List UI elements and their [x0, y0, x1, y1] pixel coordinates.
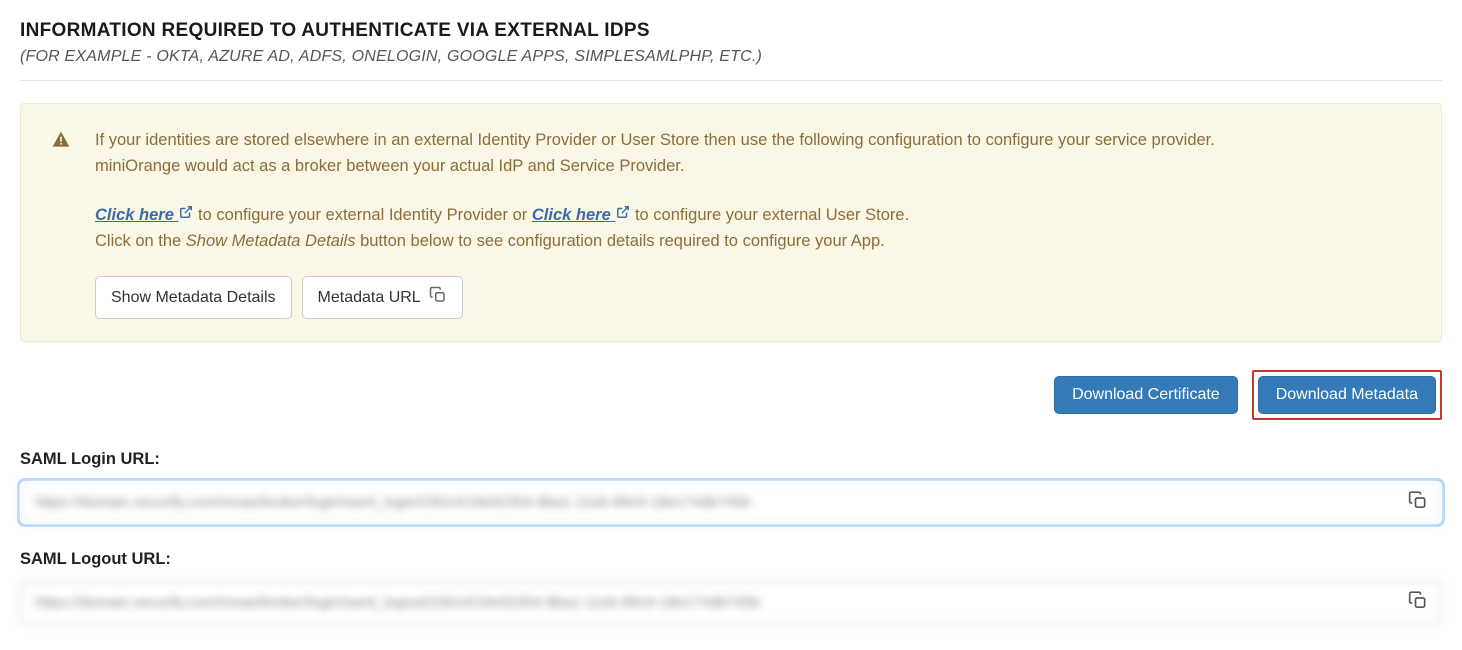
download-action-row: Download Certificate Download Metadata — [20, 370, 1442, 420]
external-link-icon — [616, 206, 630, 222]
download-metadata-highlight: Download Metadata — [1252, 370, 1442, 420]
link-configure-userstore[interactable]: Click here — [532, 206, 630, 224]
saml-login-url-input[interactable]: https://domain.xecurify.com/moas/broker/… — [20, 481, 1442, 524]
download-metadata-button[interactable]: Download Metadata — [1258, 376, 1436, 414]
saml-logout-url-label: SAML Logout URL: — [20, 550, 1442, 569]
alert-intro-2: miniOrange would act as a broker between… — [95, 157, 684, 175]
saml-login-url-label: SAML Login URL: — [20, 450, 1442, 469]
saml-logout-url-input-wrap: https://domain.xecurify.com/moas/broker/… — [20, 581, 1442, 624]
copy-saml-logout-url-button[interactable] — [1408, 590, 1428, 615]
metadata-url-button[interactable]: Metadata URL — [302, 276, 463, 319]
alert-meta-suffix: button below to see configuration detail… — [355, 232, 884, 250]
saml-logout-url-group: SAML Logout URL: https://domain.xecurify… — [20, 550, 1442, 624]
alert-intro-1: If your identities are stored elsewhere … — [95, 131, 1215, 149]
copy-icon — [429, 286, 447, 309]
alert-meta-prefix: Click on the — [95, 232, 186, 250]
alert-cfg-userstore-text: to configure your external User Store. — [630, 206, 909, 224]
section-subtitle: (FOR EXAMPLE - OKTA, AZURE AD, ADFS, ONE… — [20, 48, 1442, 66]
alert-cfg-idp-text: to configure your external Identity Prov… — [193, 206, 531, 224]
alert-content: If your identities are stored elsewhere … — [95, 128, 1411, 319]
saml-login-url-input-wrap: https://domain.xecurify.com/moas/broker/… — [20, 481, 1442, 524]
section-title: INFORMATION REQUIRED TO AUTHENTICATE VIA… — [20, 20, 1442, 42]
external-link-icon — [179, 206, 193, 222]
alert-meta-button-name: Show Metadata Details — [186, 232, 356, 250]
saml-login-url-group: SAML Login URL: https://domain.xecurify.… — [20, 450, 1442, 524]
show-metadata-details-button[interactable]: Show Metadata Details — [95, 276, 292, 319]
metadata-url-label: Metadata URL — [318, 289, 421, 307]
copy-saml-login-url-button[interactable] — [1408, 490, 1428, 515]
warning-icon — [51, 130, 71, 155]
saml-logout-url-input[interactable]: https://domain.xecurify.com/moas/broker/… — [20, 581, 1442, 624]
download-certificate-button[interactable]: Download Certificate — [1054, 376, 1238, 414]
section-divider — [20, 80, 1442, 81]
link-configure-idp[interactable]: Click here — [95, 206, 193, 224]
info-alert: If your identities are stored elsewhere … — [20, 103, 1442, 342]
